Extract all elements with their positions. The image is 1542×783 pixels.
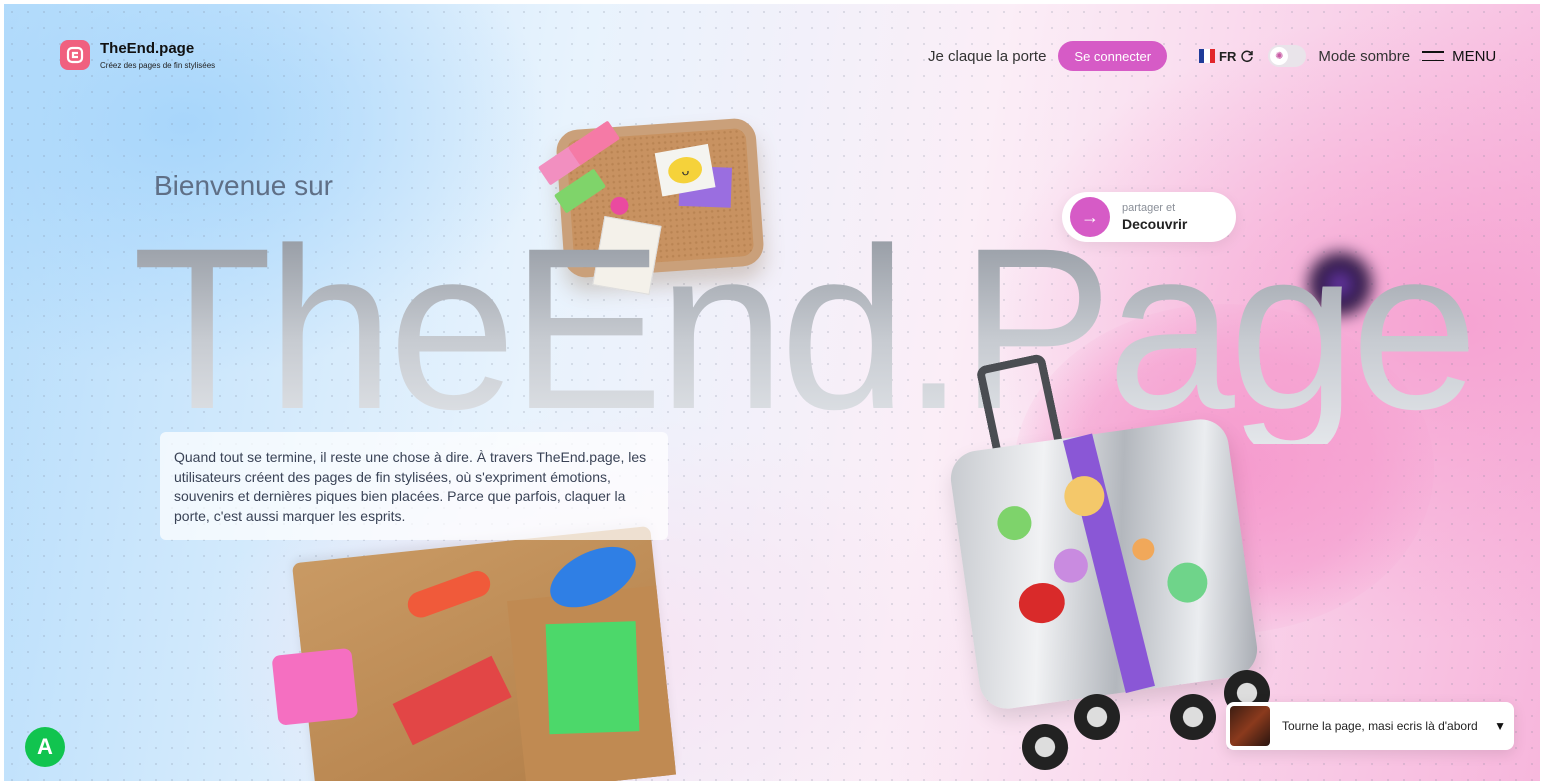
smiley-icon: ᴗ [666,154,705,186]
wheel [1170,694,1216,740]
nav-link-slam-door[interactable]: Je claque la porte [928,48,1046,65]
brand-logo[interactable]: TheEnd.page Créez des pages de fin styli… [60,40,215,70]
top-nav: Je claque la porte Se connecter FR ✺ Mod… [928,41,1496,71]
menu-label: MENU [1452,47,1497,65]
avatar[interactable]: A [25,727,65,767]
music-player[interactable]: Tourne la page, masi ecris là d'abord ▼ [1226,702,1514,750]
page: TheEnd.page Créez des pages de fin styli… [4,4,1540,781]
chevron-down-icon[interactable]: ▼ [1494,719,1506,733]
suitcase-illustration [947,415,1261,713]
cardboard-box-illustration [271,525,677,781]
language-code: FR [1219,48,1237,64]
discover-label: Decouvrir [1122,216,1188,232]
player-track-title: Tourne la page, masi ecris là d'abord [1282,719,1478,733]
wheel [1074,694,1120,740]
login-button[interactable]: Se connecter [1058,41,1168,71]
brand-name: TheEnd.page [100,40,195,57]
language-switcher[interactable]: FR [1199,49,1254,64]
intro-text: Quand tout se termine, il reste une chos… [160,432,668,540]
discover-caption: partager et [1122,202,1176,214]
brand-tagline: Créez des pages de fin stylisées [100,61,216,70]
hero-title: TheEnd.Page [132,200,1479,457]
hamburger-icon [1422,51,1445,61]
album-thumbnail [1230,706,1270,746]
dark-mode-toggle[interactable]: ✺ [1268,45,1307,67]
dark-mode-label: Mode sombre [1318,47,1411,65]
menu-button[interactable]: MENU [1422,48,1496,65]
refresh-icon [1241,50,1254,63]
sun-icon: ✺ [1270,47,1289,65]
welcome-text: Bienvenue sur [154,170,334,201]
logo-icon [60,40,90,70]
flag-icon [1199,49,1216,63]
discover-button[interactable]: → partager et Decouvrir [1062,192,1236,242]
wheel [1022,724,1068,770]
arrow-right-icon: → [1070,197,1110,237]
